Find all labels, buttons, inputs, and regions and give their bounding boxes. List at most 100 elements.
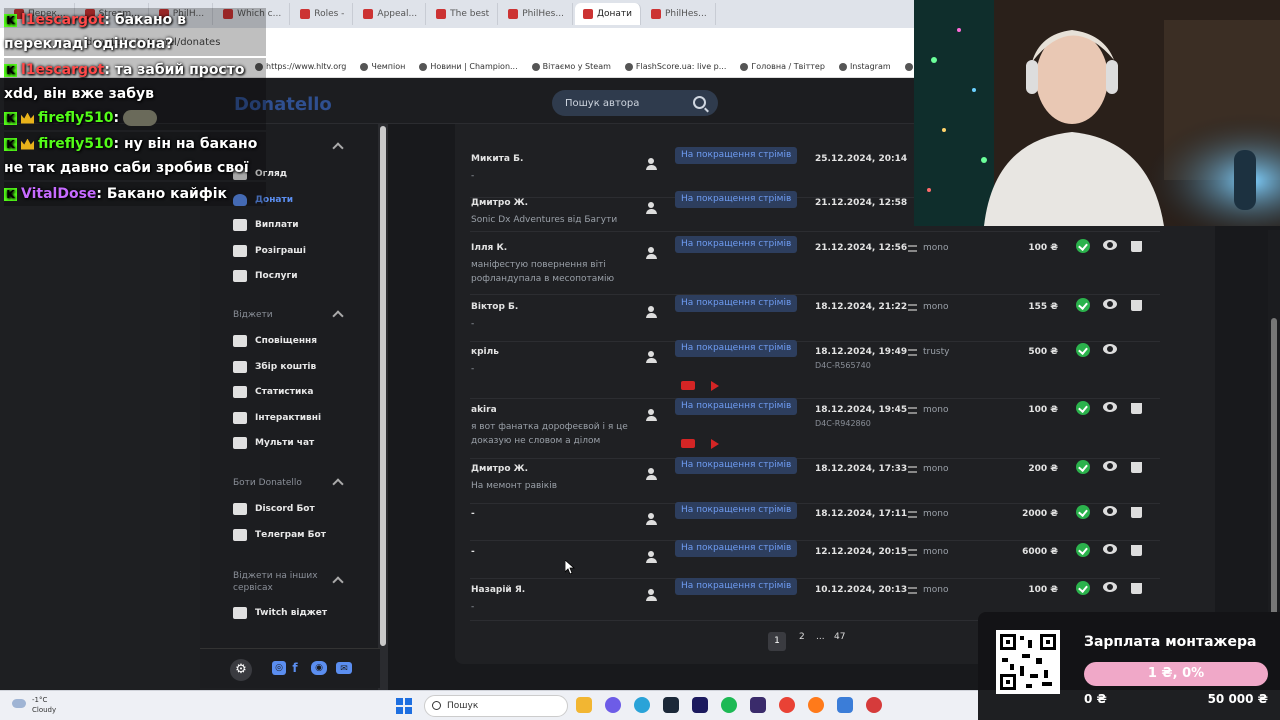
sidebar-item[interactable]: Мульти чат	[233, 437, 314, 449]
donation-goal-badge[interactable]: На покращення стрімів	[675, 295, 798, 312]
view-eye-icon[interactable]	[1103, 506, 1117, 516]
donation-goal-badge[interactable]: На покращення стрімів	[675, 147, 798, 164]
donation-goal-badge[interactable]: На покращення стрімів	[675, 191, 798, 208]
approve-check-icon[interactable]	[1076, 401, 1090, 415]
user-profile-icon[interactable]	[646, 247, 662, 261]
user-profile-icon[interactable]	[646, 351, 662, 365]
donation-goal-badge[interactable]: На покращення стрімів	[675, 540, 798, 557]
bookmark-item[interactable]: Instagram	[838, 62, 891, 71]
donation-goal-badge[interactable]: На покращення стрімів	[675, 340, 798, 357]
delete-trash-icon[interactable]	[1131, 505, 1142, 518]
donation-goal-badge[interactable]: На покращення стрімів	[675, 236, 798, 253]
sidebar-item[interactable]: Виплати	[233, 219, 299, 231]
user-profile-icon[interactable]	[646, 202, 662, 216]
telegram-app-icon[interactable]	[634, 697, 650, 713]
donation-goal-badge[interactable]: На покращення стрімів	[675, 578, 798, 595]
approve-check-icon[interactable]	[1076, 460, 1090, 474]
mail-icon[interactable]: ✉	[336, 662, 352, 674]
bookmark-item[interactable]: Головна / Твіттер	[740, 62, 825, 71]
scrollbar-thumb[interactable]	[380, 126, 386, 646]
user-profile-icon[interactable]	[646, 551, 662, 565]
browser-tab[interactable]: PhilHes...	[643, 3, 716, 25]
user-profile-icon[interactable]	[646, 409, 662, 423]
youtube-icon[interactable]	[681, 439, 695, 448]
page-last-button[interactable]: 47	[834, 632, 845, 642]
youtube-icon[interactable]	[681, 381, 695, 390]
delete-trash-icon[interactable]	[1131, 239, 1142, 252]
user-profile-icon[interactable]	[646, 158, 662, 172]
browser-tab[interactable]: PhilHes...	[500, 3, 573, 25]
user-profile-icon[interactable]	[646, 513, 662, 527]
scrollbar-thumb[interactable]	[1271, 318, 1277, 618]
obs-app-icon[interactable]	[750, 697, 766, 713]
firefox-app-icon[interactable]	[808, 697, 824, 713]
app-icon[interactable]	[837, 697, 853, 713]
browser-tab[interactable]: Донати	[574, 3, 641, 25]
browser-tab[interactable]: Roles -	[292, 3, 354, 25]
instagram-icon[interactable]: ◎	[272, 661, 286, 675]
approve-check-icon[interactable]	[1076, 239, 1090, 253]
donation-goal-badge[interactable]: На покращення стрімів	[675, 398, 798, 415]
approve-check-icon[interactable]	[1076, 505, 1090, 519]
play-icon[interactable]	[711, 381, 719, 391]
sidebar-scrollbar[interactable]	[378, 124, 388, 690]
bookmark-item[interactable]: Liquipedia Dota 2...	[904, 62, 914, 71]
sidebar-item[interactable]: Discord Бот	[233, 503, 315, 515]
view-eye-icon[interactable]	[1103, 240, 1117, 250]
file-explorer-icon[interactable]	[576, 697, 592, 713]
view-eye-icon[interactable]	[1103, 402, 1117, 412]
bookmark-item[interactable]: Новини | Champion...	[419, 62, 518, 71]
search-icon[interactable]	[693, 96, 706, 109]
bookmark-item[interactable]: Чемпіон	[360, 62, 405, 71]
chevron-up-icon[interactable]	[332, 310, 344, 322]
view-eye-icon[interactable]	[1103, 544, 1117, 554]
taskbar-search[interactable]: Пошук	[424, 695, 568, 717]
delete-trash-icon[interactable]	[1131, 460, 1142, 473]
page-2-button[interactable]: 2	[799, 632, 805, 642]
page-1-button[interactable]: 1	[768, 632, 786, 651]
browser-tab[interactable]: Appeal...	[355, 3, 427, 25]
chevron-up-icon[interactable]	[332, 142, 344, 154]
user-profile-icon[interactable]	[646, 306, 662, 320]
app-icon[interactable]	[866, 697, 882, 713]
sidebar-item[interactable]: Статистика	[233, 386, 313, 398]
delete-trash-icon[interactable]	[1131, 543, 1142, 556]
author-search-input[interactable]: Пошук автора	[552, 90, 718, 116]
bookmark-item[interactable]: FlashScore.ua: live p...	[624, 62, 726, 71]
chevron-up-icon[interactable]	[332, 576, 344, 588]
sidebar-item[interactable]: Телеграм Бот	[233, 528, 326, 541]
view-eye-icon[interactable]	[1103, 344, 1117, 354]
chevron-up-icon[interactable]	[332, 478, 344, 490]
chrome-app-icon[interactable]	[779, 697, 795, 713]
steam-app-icon[interactable]	[663, 697, 679, 713]
view-eye-icon[interactable]	[1103, 299, 1117, 309]
approve-check-icon[interactable]	[1076, 543, 1090, 557]
browser-tab[interactable]: The best	[428, 3, 499, 25]
delete-trash-icon[interactable]	[1131, 581, 1142, 594]
delete-trash-icon[interactable]	[1131, 298, 1142, 311]
approve-check-icon[interactable]	[1076, 343, 1090, 357]
view-eye-icon[interactable]	[1103, 461, 1117, 471]
settings-gear-icon[interactable]: ⚙	[230, 659, 252, 681]
sidebar-item[interactable]: Послуги	[233, 270, 298, 282]
windows-start-icon[interactable]	[396, 698, 412, 714]
view-eye-icon[interactable]	[1103, 582, 1117, 592]
sidebar-item[interactable]: Збір коштів	[233, 360, 316, 373]
user-profile-icon[interactable]	[646, 468, 662, 482]
user-profile-icon[interactable]	[646, 589, 662, 603]
spotify-app-icon[interactable]	[721, 697, 737, 713]
premiere-app-icon[interactable]	[692, 697, 708, 713]
weather-widget[interactable]: -1°C Cloudy	[12, 695, 56, 715]
discord-icon[interactable]: ◉	[311, 661, 327, 675]
donation-goal-badge[interactable]: На покращення стрімів	[675, 457, 798, 474]
donation-goal-badge[interactable]: На покращення стрімів	[675, 502, 798, 519]
approve-check-icon[interactable]	[1076, 298, 1090, 312]
play-icon[interactable]	[711, 439, 719, 449]
sidebar-item[interactable]: Twitch віджет	[233, 607, 327, 619]
facebook-icon[interactable]: f	[291, 661, 299, 675]
delete-trash-icon[interactable]	[1131, 401, 1142, 414]
bookmark-item[interactable]: Вітаємо у Steam	[531, 62, 611, 71]
discord-app-icon[interactable]	[605, 697, 621, 713]
sidebar-item[interactable]: Інтерактивні	[233, 411, 321, 424]
sidebar-item[interactable]: Сповіщення	[233, 335, 317, 347]
